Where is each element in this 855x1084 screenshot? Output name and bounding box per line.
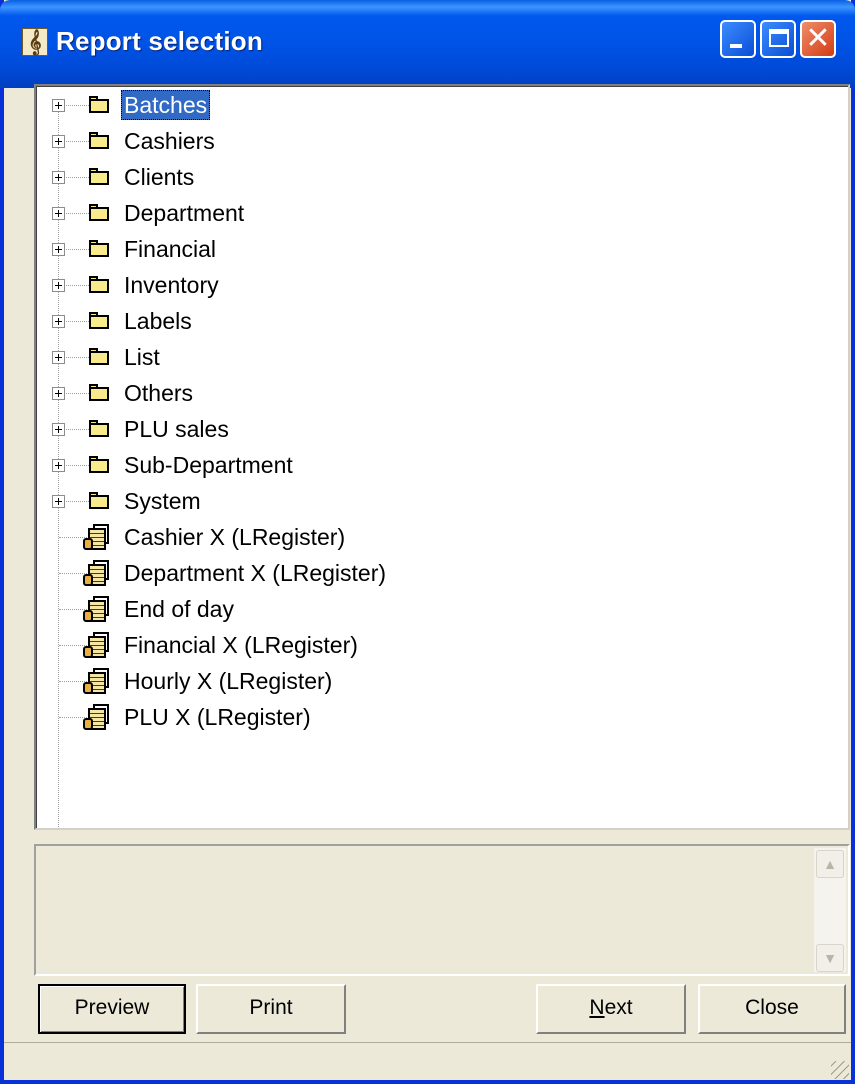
expand-icon[interactable] bbox=[52, 387, 65, 400]
close-icon: ✕ bbox=[805, 21, 831, 56]
status-bar bbox=[4, 1042, 851, 1081]
expand-icon[interactable] bbox=[52, 459, 65, 472]
expand-icon[interactable] bbox=[52, 135, 65, 148]
tree-item-label[interactable]: Financial bbox=[121, 234, 219, 264]
tree-item-label[interactable]: Department bbox=[121, 198, 247, 228]
report-description-box[interactable]: ▲ ▼ bbox=[34, 844, 850, 976]
tree-folder-labels[interactable]: Labels bbox=[45, 304, 645, 340]
scroll-up-icon[interactable]: ▲ bbox=[816, 850, 844, 878]
tree-item-label[interactable]: Cashier X (LRegister) bbox=[121, 522, 348, 552]
report-icon bbox=[83, 704, 111, 732]
scroll-down-icon[interactable]: ▼ bbox=[816, 944, 844, 972]
folder-icon bbox=[89, 312, 109, 329]
folder-icon bbox=[89, 492, 109, 509]
folder-icon bbox=[89, 168, 109, 185]
tree-report-end-of-day[interactable]: End of day bbox=[45, 592, 645, 628]
tree-item-label[interactable]: System bbox=[121, 486, 204, 516]
report-selection-window: 𝄞 Report selection ✕ Batches Cashiers Cl… bbox=[0, 0, 855, 1084]
tree-report-financial-x[interactable]: Financial X (LRegister) bbox=[45, 628, 645, 664]
folder-icon bbox=[89, 240, 109, 257]
tree-report-plu-x[interactable]: PLU X (LRegister) bbox=[45, 700, 645, 736]
minimize-icon bbox=[730, 44, 742, 48]
close-button[interactable]: Close bbox=[698, 984, 846, 1034]
report-icon bbox=[83, 668, 111, 696]
expand-icon[interactable] bbox=[52, 171, 65, 184]
tree-item-label[interactable]: Hourly X (LRegister) bbox=[121, 666, 335, 696]
tree-report-cashier-x[interactable]: Cashier X (LRegister) bbox=[45, 520, 645, 556]
report-icon bbox=[83, 524, 111, 552]
tree-item-label[interactable]: Sub-Department bbox=[121, 450, 296, 480]
report-tree[interactable]: Batches Cashiers Clients Department Fina… bbox=[34, 84, 850, 830]
tree-folder-cashiers[interactable]: Cashiers bbox=[45, 124, 645, 160]
expand-icon[interactable] bbox=[52, 315, 65, 328]
tree-folder-system[interactable]: System bbox=[45, 484, 645, 520]
next-accelerator: N bbox=[589, 996, 605, 1019]
tree-item-label[interactable]: Batches bbox=[121, 90, 211, 120]
tree-item-label[interactable]: PLU sales bbox=[121, 414, 232, 444]
tree-folder-list[interactable]: List bbox=[45, 340, 645, 376]
minimize-button[interactable] bbox=[720, 20, 756, 58]
tree-folder-sub-department[interactable]: Sub-Department bbox=[45, 448, 645, 484]
tree-item-label[interactable]: PLU X (LRegister) bbox=[121, 702, 314, 732]
tree-item-label[interactable]: Financial X (LRegister) bbox=[121, 630, 361, 660]
folder-icon bbox=[89, 420, 109, 437]
report-icon bbox=[83, 596, 111, 624]
next-label-rest: ext bbox=[604, 996, 633, 1019]
folder-icon bbox=[89, 384, 109, 401]
expand-icon[interactable] bbox=[52, 243, 65, 256]
expand-icon[interactable] bbox=[52, 207, 65, 220]
title-bar[interactable]: 𝄞 Report selection ✕ bbox=[0, 0, 855, 88]
folder-icon bbox=[89, 96, 109, 113]
tree-folder-department[interactable]: Department bbox=[45, 196, 645, 232]
preview-button[interactable]: Preview bbox=[38, 984, 186, 1034]
tree-item-label[interactable]: Others bbox=[121, 378, 196, 408]
folder-icon bbox=[89, 456, 109, 473]
report-icon bbox=[83, 560, 111, 588]
print-button[interactable]: Print bbox=[196, 984, 346, 1034]
tree-folder-others[interactable]: Others bbox=[45, 376, 645, 412]
folder-icon bbox=[89, 348, 109, 365]
description-scrollbar[interactable]: ▲ ▼ bbox=[814, 848, 846, 972]
tree-folder-batches[interactable]: Batches bbox=[45, 88, 645, 124]
tree-item-label[interactable]: End of day bbox=[121, 594, 237, 624]
maximize-button[interactable] bbox=[760, 20, 796, 58]
folder-icon bbox=[89, 204, 109, 221]
tree-item-label[interactable]: Labels bbox=[121, 306, 195, 336]
tree-folder-financial[interactable]: Financial bbox=[45, 232, 645, 268]
tree-folder-clients[interactable]: Clients bbox=[45, 160, 645, 196]
resize-grip-icon[interactable] bbox=[831, 1061, 849, 1079]
tree-report-department-x[interactable]: Department X (LRegister) bbox=[45, 556, 645, 592]
tree-folder-plu-sales[interactable]: PLU sales bbox=[45, 412, 645, 448]
expand-icon[interactable] bbox=[52, 423, 65, 436]
report-icon bbox=[83, 632, 111, 660]
expand-icon[interactable] bbox=[52, 99, 65, 112]
expand-icon[interactable] bbox=[52, 351, 65, 364]
tree-item-label[interactable]: Inventory bbox=[121, 270, 222, 300]
close-window-button[interactable]: ✕ bbox=[800, 20, 836, 58]
tree-item-label[interactable]: List bbox=[121, 342, 163, 372]
maximize-icon bbox=[769, 29, 789, 47]
report-tree-inner: Batches Cashiers Clients Department Fina… bbox=[36, 86, 848, 828]
folder-icon bbox=[89, 132, 109, 149]
tree-report-hourly-x[interactable]: Hourly X (LRegister) bbox=[45, 664, 645, 700]
tree-item-label[interactable]: Clients bbox=[121, 162, 197, 192]
expand-icon[interactable] bbox=[52, 279, 65, 292]
expand-icon[interactable] bbox=[52, 495, 65, 508]
tree-item-label[interactable]: Department X (LRegister) bbox=[121, 558, 389, 588]
window-title: Report selection bbox=[56, 26, 263, 56]
next-button[interactable]: Next bbox=[536, 984, 686, 1034]
tree-folder-inventory[interactable]: Inventory bbox=[45, 268, 645, 304]
treble-clef-app-icon[interactable]: 𝄞 bbox=[22, 28, 48, 56]
folder-icon bbox=[89, 276, 109, 293]
tree-item-label[interactable]: Cashiers bbox=[121, 126, 218, 156]
